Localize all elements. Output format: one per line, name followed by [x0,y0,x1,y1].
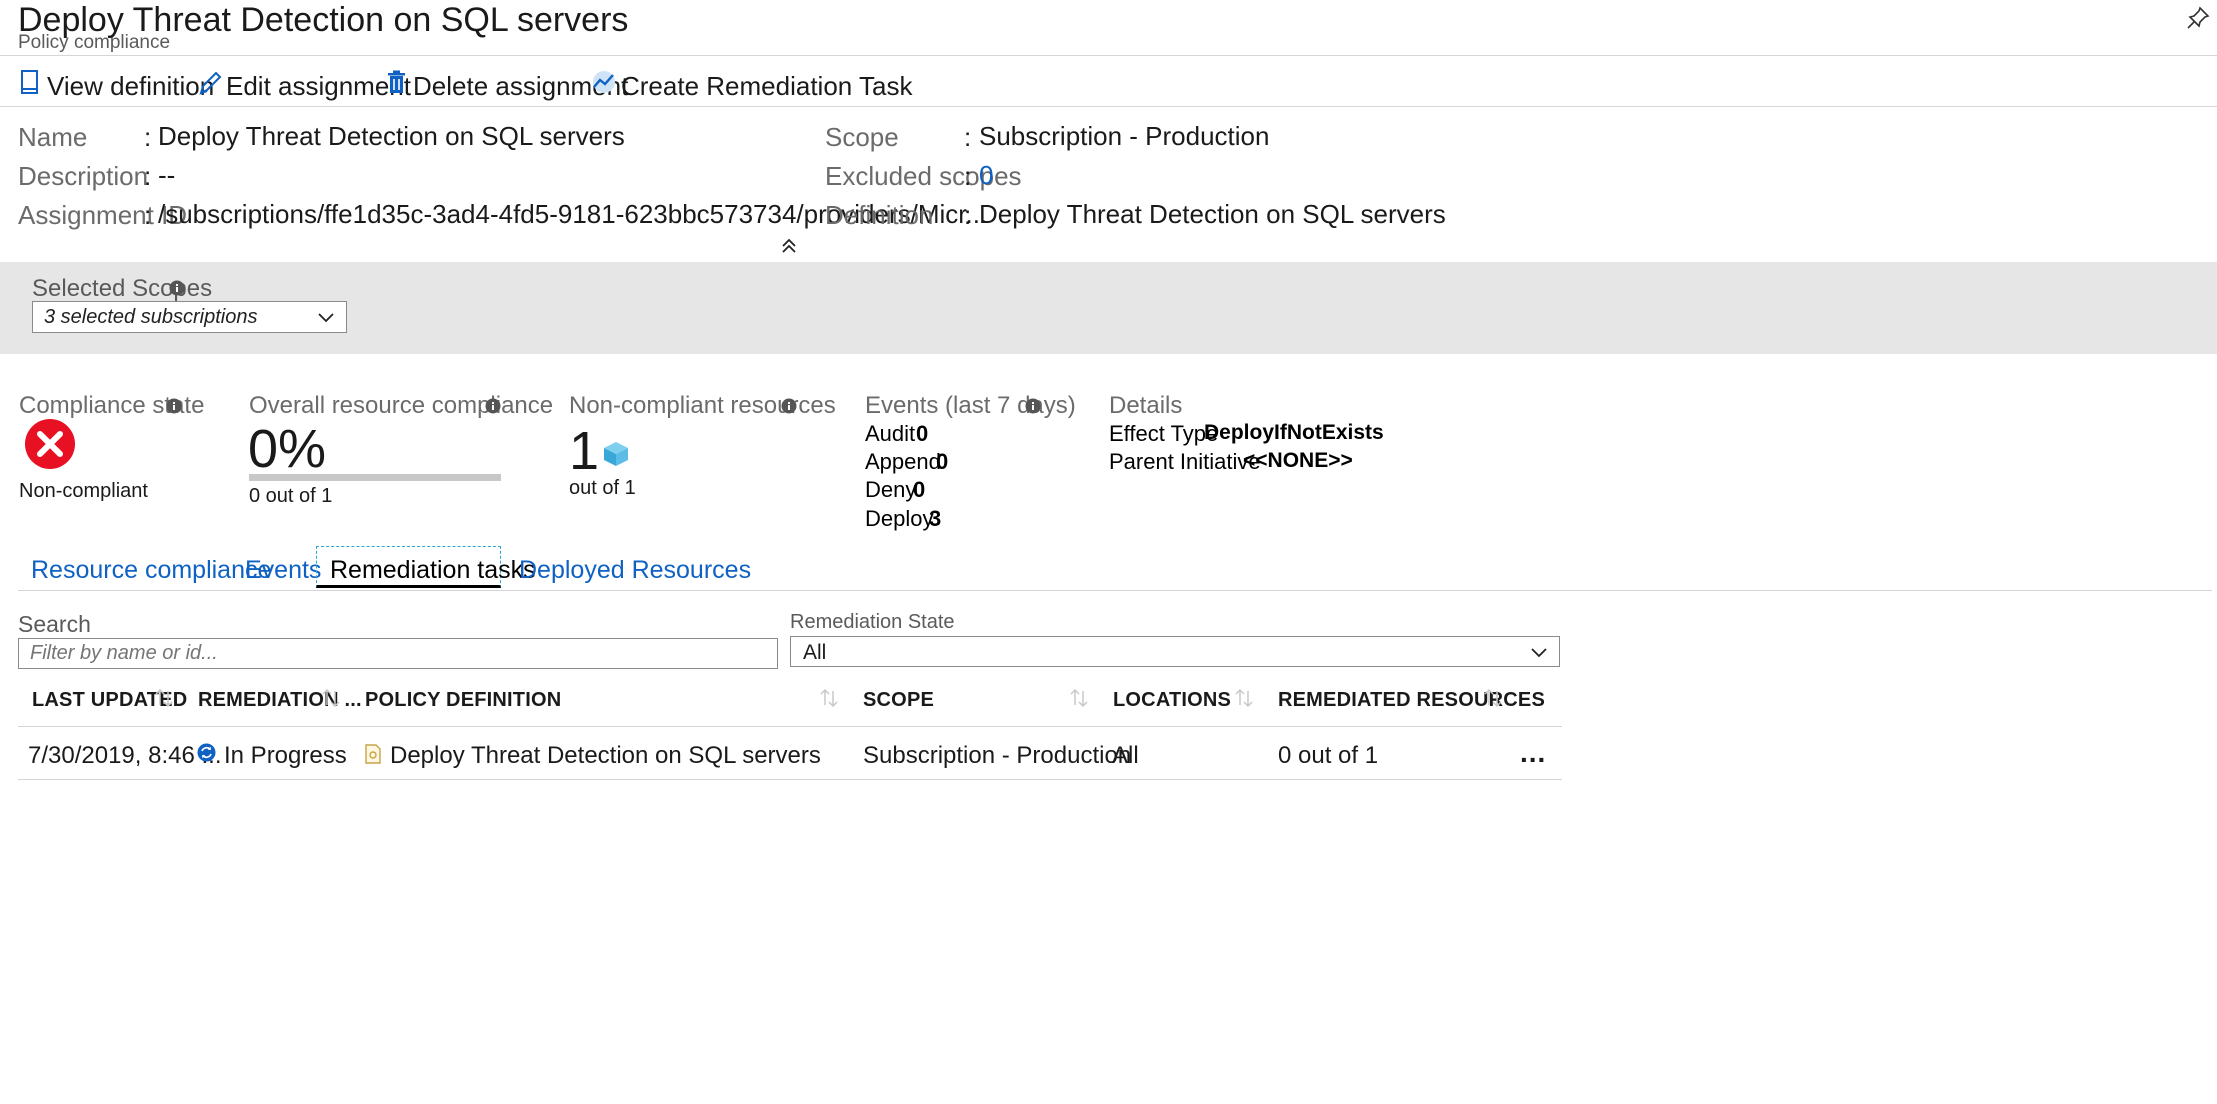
event-deploy-value: 3 [929,506,942,531]
edit-assignment-label: Edit assignment [226,71,411,101]
name-value: Deploy Threat Detection on SQL servers [158,121,625,151]
noncompliant-sub: out of 1 [569,477,636,499]
event-deny-label: Deny [865,477,917,502]
create-remediation-task-button[interactable]: Create Remediation Task [590,66,912,101]
details-label: Details [1109,392,1183,419]
cell-remediated-resources: 0 out of 1 [1278,742,1379,769]
excluded-scopes-sep: : [964,161,972,191]
delete-assignment-button[interactable]: Delete assignment [385,66,628,101]
effect-type-value: DeployIfNotExists [1204,421,1384,444]
overall-compliance-percent: 0% [248,419,327,479]
sort-icon[interactable] [153,687,175,709]
table-row[interactable]: 7/30/2019, 8:46 ... In Progress Deploy T… [18,727,1562,779]
definition-label: Definition [825,200,934,230]
remediation-state-dropdown[interactable]: All [790,636,1560,667]
info-icon[interactable] [781,398,797,419]
name-label: Name [18,122,88,152]
column-header-remediated-resources[interactable]: REMEDIATED RESOURCES [1278,689,1545,712]
scopes-dropdown[interactable]: 3 selected subscriptions [32,301,347,333]
info-icon[interactable] [166,398,182,419]
chevron-down-icon [1530,643,1548,666]
in-progress-icon [197,743,216,767]
column-header-policy-definition[interactable]: POLICY DEFINITION [365,689,561,712]
error-x-icon [24,418,76,475]
parent-initiative-label: Parent Initiative [1109,449,1261,474]
view-definition-button[interactable]: View definition [18,66,214,102]
parent-initiative-value: <<NONE>> [1243,449,1353,472]
selected-scopes-label: Selected Scopes [32,275,213,302]
policy-definition-icon [365,744,381,769]
scope-value: Subscription - Production [979,121,1270,151]
event-deploy-label: Deploy [865,506,934,531]
event-append-value: 0 [936,449,949,474]
column-header-scope[interactable]: SCOPE [863,689,934,712]
definition-value: Deploy Threat Detection on SQL servers [979,199,1446,229]
event-deny-value: 0 [913,477,926,502]
remediation-icon [592,70,616,99]
document-icon [20,69,40,102]
view-definition-label: View definition [47,71,215,101]
trash-icon [387,70,407,101]
event-append-label: Append [865,449,941,474]
noncompliant-count: 1 [569,421,600,481]
remediation-state-label: Remediation State [790,611,955,633]
table-row-divider [18,779,1562,780]
scope-label: Scope [825,122,899,152]
description-label: Description [18,161,149,191]
tab-remediation-tasks[interactable]: Remediation tasks [316,546,536,588]
pencil-icon [198,70,222,101]
excluded-scopes-link[interactable]: 0 [979,160,993,191]
cube-icon [603,441,629,472]
create-remediation-label: Create Remediation Task [621,71,913,101]
info-icon[interactable] [1025,398,1041,419]
sort-icon[interactable] [1233,687,1255,709]
sort-icon[interactable] [1482,687,1504,709]
search-label: Search [18,611,91,637]
scopes-dropdown-value: 3 selected subscriptions [44,306,258,328]
sort-icon[interactable] [1068,687,1090,709]
sort-icon[interactable] [818,687,840,709]
effect-type-label: Effect Type [1109,421,1219,446]
page-subtitle: Policy compliance [18,32,171,53]
compliance-progress-bar [249,474,501,481]
remediation-state-value: All [803,641,827,664]
definition-sep: : [964,200,972,230]
search-input[interactable] [18,638,778,669]
cell-locations: All [1112,742,1139,769]
scope-sep: : [964,122,972,152]
chevron-down-icon [317,308,335,331]
cell-scope: Subscription - Production [863,742,1132,769]
name-sep: : [144,122,152,152]
info-icon[interactable] [169,280,185,301]
header-divider [0,55,2217,56]
edit-assignment-button[interactable]: Edit assignment [196,66,411,101]
overall-compliance-sub: 0 out of 1 [249,485,333,507]
tabs-divider [18,590,2212,591]
cell-policy-definition[interactable]: Deploy Threat Detection on SQL servers [390,742,821,770]
overall-compliance-label: Overall resource compliance [249,392,554,419]
toolbar-divider [0,106,2217,107]
sort-icon[interactable] [320,687,342,709]
tab-remediation-tasks-label: Remediation tasks [330,556,536,584]
compliance-state-value: Non-compliant [19,480,148,502]
description-value: -- [158,160,176,190]
more-options-button[interactable]: ... [1520,737,1546,769]
tab-deployed-resources[interactable]: Deployed Resources [519,556,751,585]
pin-icon[interactable] [2186,6,2210,30]
event-audit-label: Audit [865,421,916,446]
description-sep: : [144,161,152,191]
collapse-chevron-icon[interactable] [780,237,798,255]
cell-remediation-state: In Progress [224,742,347,769]
info-icon[interactable] [485,398,501,419]
tab-resource-compliance[interactable]: Resource compliance [31,556,271,585]
column-header-locations[interactable]: LOCATIONS [1113,689,1231,712]
events-label: Events (last 7 days) [865,392,1076,419]
tab-events[interactable]: Events [245,556,321,585]
assignment-id-sep: : [144,200,152,230]
cell-last-updated: 7/30/2019, 8:46 ... [28,742,222,769]
event-audit-value: 0 [916,421,929,446]
